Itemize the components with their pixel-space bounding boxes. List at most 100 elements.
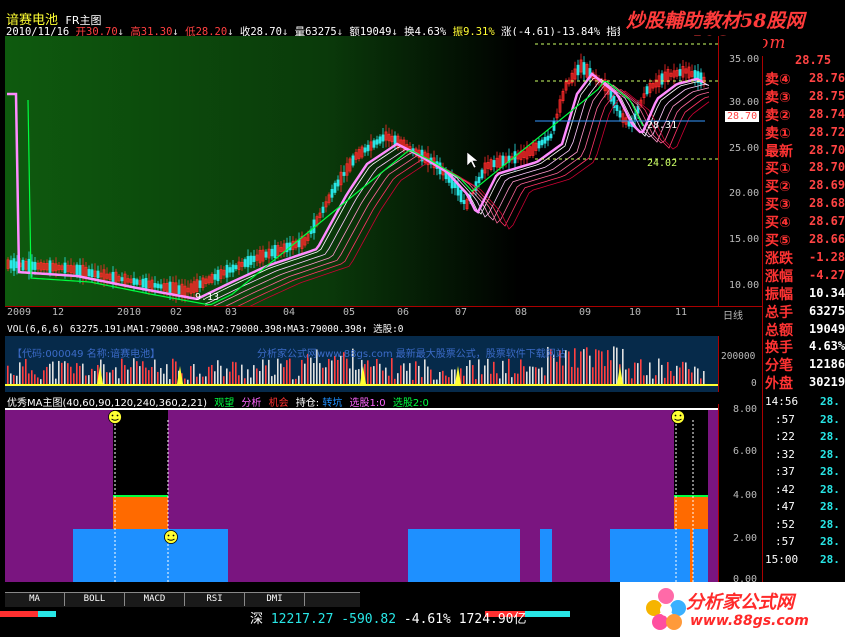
- date-tick: 2010: [117, 307, 142, 318]
- volume-bar: [76, 363, 78, 386]
- volume-bar: [532, 366, 534, 386]
- volume-bar: [103, 364, 105, 386]
- volume-bar: [583, 349, 585, 386]
- volume-bar: [661, 364, 663, 386]
- date-axis: 2009 12 2010 02 03 04 05 06 07 08 09 10 …: [5, 306, 762, 322]
- order-book-row: 最新 28.70: [765, 141, 845, 160]
- volume-bar: [502, 360, 504, 386]
- market-name: 深: [250, 612, 264, 627]
- candle: [477, 176, 481, 184]
- candle: [12, 258, 16, 271]
- volume-bar: [277, 358, 279, 386]
- watermark-bottom-brand: 分析家公式网: [686, 592, 794, 613]
- tick-price: 28.: [820, 395, 840, 408]
- volume-bar: [259, 371, 261, 386]
- order-book-value: 10.34%: [809, 285, 845, 300]
- volume-bar: [61, 362, 63, 386]
- tick-time: :32: [775, 447, 795, 461]
- tab-macd[interactable]: MACD: [125, 593, 185, 606]
- date-tick: 03: [225, 307, 238, 318]
- volume-bar: [337, 359, 339, 386]
- volume-bar: [142, 361, 144, 386]
- tick-price: 28.: [820, 447, 840, 461]
- volume-bar: [49, 363, 51, 386]
- volume-bar: [214, 371, 216, 386]
- volume-bar: [328, 358, 330, 386]
- indicator-tabs: MA BOLL MACD RSI DMI: [5, 592, 360, 607]
- order-book-row: 涨幅-4.27%: [765, 266, 845, 285]
- order-book-value: 4.63%: [809, 339, 845, 354]
- date-tick: 08: [515, 307, 528, 318]
- volume-bar: [64, 361, 66, 386]
- volume-bar: [112, 369, 114, 386]
- volume-bar: [451, 369, 453, 386]
- candle: [135, 279, 139, 285]
- order-book-value: 28.72: [809, 124, 845, 139]
- candle: [213, 274, 217, 280]
- main-price-chart[interactable]: 28.31 24.02 9.13: [5, 36, 718, 306]
- volume-bar: [379, 363, 381, 386]
- order-book-row: 总手 63275: [765, 302, 845, 321]
- smiley-icon: [108, 410, 122, 424]
- volume-bar: [424, 359, 426, 386]
- volume-bar: [595, 349, 597, 386]
- y-tick: 0: [751, 378, 757, 389]
- volume-bar: [334, 355, 336, 386]
- volume-bar: [478, 359, 480, 386]
- candle: [33, 261, 37, 270]
- candle: [351, 155, 355, 166]
- tab-rsi[interactable]: RSI: [185, 593, 245, 606]
- volume-bar: [355, 369, 357, 386]
- candle: [120, 277, 124, 282]
- y-tick: 15.00: [729, 234, 760, 245]
- status-red-bar-left: [0, 611, 38, 617]
- volume-bar: [538, 368, 540, 386]
- order-book-row: 买⑤ 28.66: [765, 230, 845, 249]
- volume-bar: [691, 372, 693, 386]
- volume-bar: [7, 365, 9, 386]
- indicator-y-axis: 8.00 6.00 4.00 2.00 0.00: [718, 404, 763, 585]
- candle: [537, 140, 541, 149]
- candle: [177, 285, 181, 295]
- candle: [246, 256, 250, 268]
- volume-bar: [256, 368, 258, 386]
- index-value: 12217.27: [270, 612, 334, 627]
- volume-bar: [703, 371, 705, 386]
- tick-price: 28.: [820, 465, 840, 478]
- volume-site-line: 分析家公式网www.88gs.com 最新最大股票公式，股票软件下载网站: [257, 349, 566, 360]
- candle: [78, 265, 82, 277]
- candle: [378, 136, 382, 144]
- candle: [381, 134, 385, 142]
- tab-ma[interactable]: MA: [5, 593, 65, 606]
- candle: [480, 169, 484, 179]
- order-book-value: 28.67: [809, 214, 845, 229]
- volume-bar: [310, 357, 312, 386]
- volume-bar: [625, 369, 627, 386]
- market-index[interactable]: 深 12217.27 -590.82 -4.61% 1724.90亿: [250, 608, 527, 627]
- tick-time: :37: [775, 465, 795, 478]
- tab-dmi[interactable]: DMI: [245, 593, 305, 606]
- candle: [111, 271, 115, 283]
- order-book-row: 28.75: [765, 51, 845, 69]
- candle: [375, 139, 379, 145]
- tick-time: :57: [775, 412, 795, 426]
- tick-row: 14:56 28.: [765, 395, 845, 411]
- candle: [615, 105, 619, 111]
- candle: [132, 278, 136, 285]
- period-label[interactable]: 日线: [723, 307, 743, 322]
- order-book-value: -4.27%: [809, 267, 845, 282]
- status-cyan-bar-right: [525, 611, 570, 617]
- tick-price: 28.: [820, 500, 840, 513]
- volume-bar: [634, 362, 636, 386]
- volume-bar: [43, 370, 45, 386]
- tick-price: 28.: [820, 412, 840, 426]
- candle: [96, 270, 100, 279]
- volume-bar: [172, 358, 174, 386]
- tab-boll[interactable]: BOLL: [65, 593, 125, 606]
- watermark-bottom: 分析家公式网 www.88gs.com: [620, 582, 845, 637]
- volume-bar: [562, 365, 564, 386]
- indicator-chart[interactable]: [5, 408, 718, 582]
- volume-bar: [427, 366, 429, 386]
- index-change: -590.82: [341, 612, 397, 627]
- volume-bar: [109, 372, 111, 386]
